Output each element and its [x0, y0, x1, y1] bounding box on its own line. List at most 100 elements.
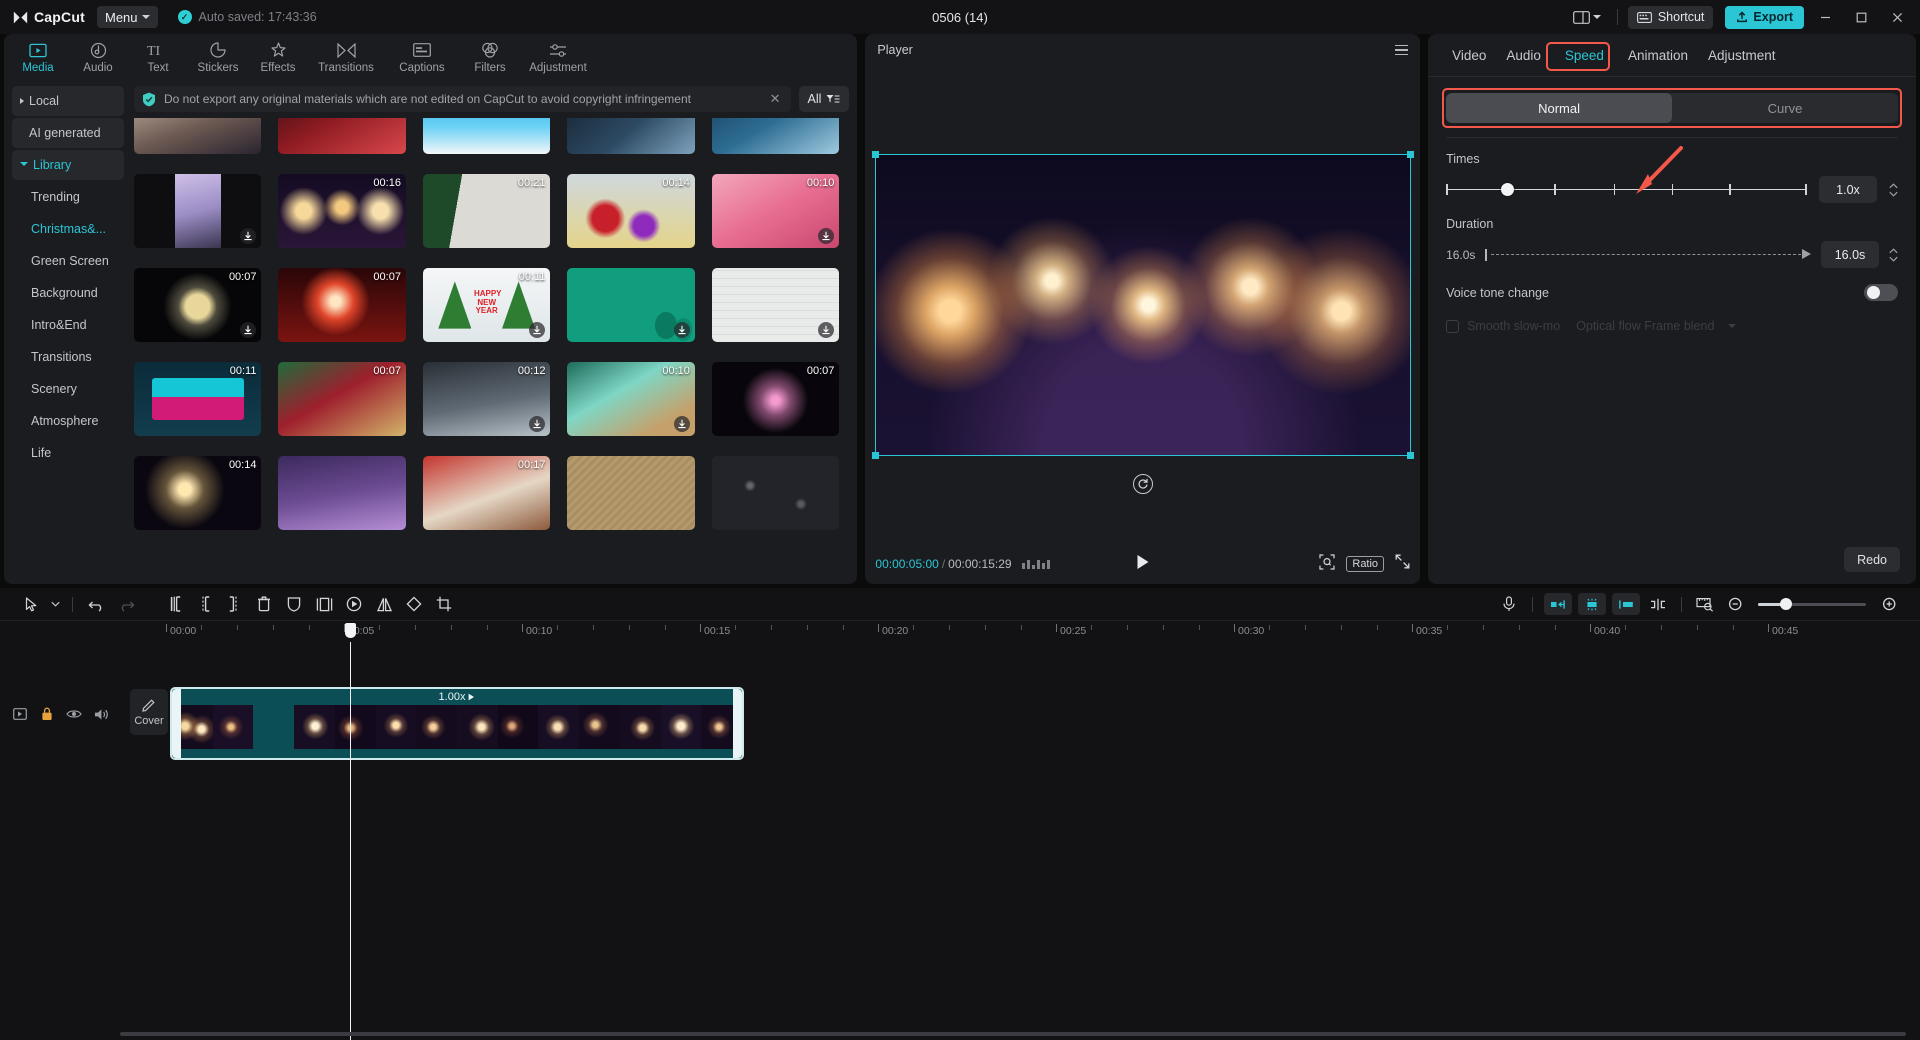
menu-button[interactable]: Menu: [97, 6, 158, 28]
zoom-slider-knob[interactable]: [1780, 598, 1792, 610]
media-item[interactable]: 00:07: [278, 362, 405, 436]
rotate-icon[interactable]: [1133, 474, 1153, 494]
align-right-tool[interactable]: [1612, 593, 1640, 615]
timeline-ruler[interactable]: 00:00 00:05 00:10 00:15 00:20 00:25 00:3…: [0, 620, 1920, 642]
media-item[interactable]: 00:16: [278, 174, 405, 248]
times-stepper[interactable]: [1889, 183, 1898, 197]
resize-handle-tr[interactable]: [1407, 151, 1414, 158]
sidebar-item-christmas[interactable]: Christmas&...: [12, 214, 124, 244]
media-item[interactable]: [423, 118, 550, 154]
freeze-tool[interactable]: [309, 591, 339, 617]
redo-tool[interactable]: [111, 591, 141, 617]
clip-speed-badge[interactable]: 1.00x: [172, 689, 742, 705]
measure-tool[interactable]: [1690, 591, 1720, 617]
zoom-in-tool[interactable]: [1874, 591, 1904, 617]
download-icon[interactable]: [818, 228, 834, 244]
media-item[interactable]: 00:07: [712, 362, 839, 436]
frame-view-icon[interactable]: [1022, 560, 1050, 569]
rotate-tool[interactable]: [399, 591, 429, 617]
download-icon[interactable]: [529, 322, 545, 338]
sidebar-item-atmosphere[interactable]: Atmosphere: [12, 406, 124, 436]
cover-button[interactable]: Cover: [130, 689, 168, 735]
playhead-knob[interactable]: [345, 623, 356, 638]
media-item[interactable]: 00:17: [423, 456, 550, 530]
fullscreen-icon[interactable]: [1395, 554, 1410, 574]
mic-record-tool[interactable]: [1494, 591, 1524, 617]
media-item[interactable]: 00:10: [712, 174, 839, 248]
tab-speed[interactable]: Speed: [1555, 44, 1614, 67]
tab-transitions[interactable]: Transitions: [308, 36, 384, 74]
media-item[interactable]: [567, 456, 694, 530]
tab-audio[interactable]: Audio: [1496, 44, 1551, 67]
split-tool[interactable]: [159, 591, 189, 617]
undo-tool[interactable]: [81, 591, 111, 617]
sidebar-item-scenery[interactable]: Scenery: [12, 374, 124, 404]
sidebar-item-green-screen[interactable]: Green Screen: [12, 246, 124, 276]
tab-effects[interactable]: Effects: [248, 36, 308, 74]
speed-mode-curve[interactable]: Curve: [1672, 93, 1898, 123]
mask-tool[interactable]: [279, 591, 309, 617]
filter-all-button[interactable]: All: [799, 86, 850, 112]
tab-captions[interactable]: Captions: [384, 36, 460, 74]
sidebar-item-intro-end[interactable]: Intro&End: [12, 310, 124, 340]
smooth-slowmo-checkbox[interactable]: [1446, 320, 1459, 333]
tab-stickers[interactable]: Stickers: [188, 36, 248, 74]
tab-adjustment[interactable]: Adjustment: [1698, 44, 1786, 67]
sidebar-item-library[interactable]: Library: [12, 150, 124, 180]
tab-animation[interactable]: Animation: [1618, 44, 1698, 67]
media-item[interactable]: 00:14: [134, 456, 261, 530]
tab-video[interactable]: Video: [1442, 44, 1496, 67]
download-icon[interactable]: [240, 322, 256, 338]
ratio-button[interactable]: Ratio: [1346, 556, 1384, 572]
sidebar-item-local[interactable]: Local: [12, 86, 124, 116]
timeline-scrollbar[interactable]: [120, 1032, 1906, 1036]
maximize-button[interactable]: [1846, 2, 1876, 32]
trim-left-tool[interactable]: [189, 591, 219, 617]
download-icon[interactable]: [674, 322, 690, 338]
duration-value[interactable]: 16.0s: [1821, 241, 1879, 268]
reverse-tool[interactable]: [339, 591, 369, 617]
tab-filters[interactable]: Filters: [460, 36, 520, 74]
media-item[interactable]: [712, 118, 839, 154]
delete-tool[interactable]: [249, 591, 279, 617]
sidebar-item-ai-generated[interactable]: AI generated: [12, 118, 124, 148]
lock-icon[interactable]: [39, 706, 55, 722]
sidebar-item-transitions[interactable]: Transitions: [12, 342, 124, 372]
playhead[interactable]: [350, 642, 351, 1040]
times-slider-knob[interactable]: [1501, 183, 1514, 196]
crop-tool[interactable]: [429, 591, 459, 617]
minimize-button[interactable]: [1810, 2, 1840, 32]
volume-icon[interactable]: [93, 706, 109, 722]
media-item[interactable]: 00:07: [278, 268, 405, 342]
resize-handle-br[interactable]: [1407, 452, 1414, 459]
tab-media[interactable]: Media: [8, 36, 68, 74]
media-item[interactable]: [567, 268, 694, 342]
media-item[interactable]: 00:07: [134, 268, 261, 342]
close-icon[interactable]: ✕: [768, 91, 783, 107]
download-icon[interactable]: [529, 416, 545, 432]
media-item[interactable]: 00:12: [423, 362, 550, 436]
redo-button[interactable]: Redo: [1844, 547, 1900, 572]
media-item[interactable]: 00:11: [134, 362, 261, 436]
sidebar-item-life[interactable]: Life: [12, 438, 124, 468]
sidebar-item-trending[interactable]: Trending: [12, 182, 124, 212]
track-add-icon[interactable]: [12, 706, 28, 722]
timeline-clip[interactable]: 1.00x: [170, 687, 744, 760]
export-button[interactable]: Export: [1725, 6, 1804, 29]
close-button[interactable]: [1882, 2, 1912, 32]
layout-button[interactable]: [1567, 8, 1607, 27]
split-marker-tool[interactable]: [1643, 591, 1673, 617]
media-item[interactable]: [134, 118, 261, 154]
media-item[interactable]: [134, 174, 261, 248]
align-center-tool[interactable]: [1578, 593, 1606, 615]
resize-handle-bl[interactable]: [872, 452, 879, 459]
zoom-fit-icon[interactable]: [1319, 554, 1335, 575]
resize-handle-tl[interactable]: [872, 151, 879, 158]
zoom-slider[interactable]: [1758, 603, 1866, 606]
play-button[interactable]: [1135, 554, 1150, 575]
tab-audio[interactable]: Audio: [68, 36, 128, 74]
media-item[interactable]: 00:14: [567, 174, 694, 248]
hamburger-icon[interactable]: [1395, 45, 1408, 56]
times-slider[interactable]: [1446, 181, 1807, 199]
align-left-tool[interactable]: [1544, 593, 1572, 615]
